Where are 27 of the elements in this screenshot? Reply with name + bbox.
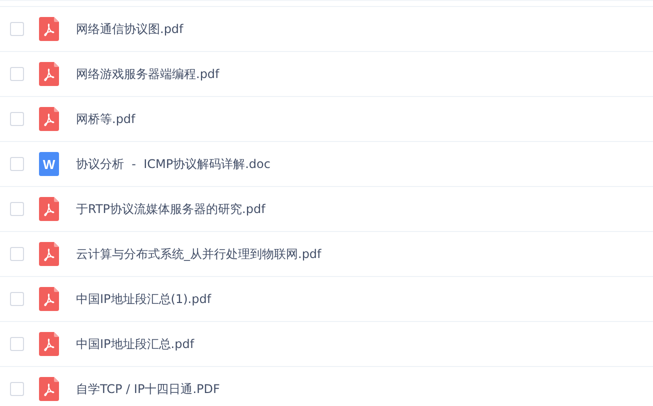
pdf-file-icon [39,242,59,266]
file-name[interactable]: 中国IP地址段汇总.pdf [76,336,194,352]
file-name[interactable]: 网桥等.pdf [76,110,136,128]
pdf-file-icon [39,17,59,41]
pdf-file-icon [39,377,59,401]
file-name[interactable]: 于RTP协议流媒体服务器的研究.pdf [76,200,266,218]
checkbox[interactable] [10,247,24,261]
checkbox[interactable] [10,22,24,36]
checkbox[interactable] [10,157,24,171]
pdf-file-icon [39,332,59,356]
checkbox[interactable] [10,112,24,126]
file-name[interactable]: 网络通信协议图.pdf [76,20,184,38]
pdf-file-icon [39,287,59,311]
checkbox[interactable] [10,382,24,396]
word-file-icon: W [39,152,59,176]
file-name[interactable]: 协议分析 - ICMP协议解码详解.doc [76,156,270,172]
checkbox[interactable] [10,292,24,306]
file-name[interactable]: 网络游戏服务器端编程.pdf [76,66,220,82]
pdf-file-icon [39,197,59,221]
checkbox[interactable] [10,67,24,81]
file-name[interactable]: 自学TCP / IP十四日通.PDF [76,380,220,398]
pdf-file-icon [39,107,59,131]
file-name[interactable]: 云计算与分布式系统_从并行处理到物联网.pdf [76,246,322,262]
pdf-file-icon [39,62,59,86]
file-name[interactable]: 中国IP地址段汇总(1).pdf [76,290,212,308]
checkbox[interactable] [10,202,24,216]
checkbox[interactable] [10,337,24,351]
